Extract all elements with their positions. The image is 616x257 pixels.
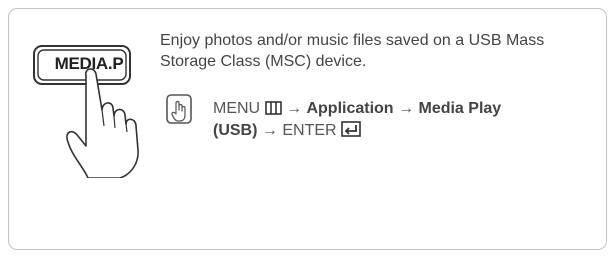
nav-media-play: Media Play	[418, 100, 502, 117]
menu-grid-icon	[264, 101, 282, 115]
feature-description: Enjoy photos and/or music files saved on…	[160, 32, 545, 70]
remote-button-icon	[166, 94, 192, 124]
nav-application: Application	[306, 100, 394, 117]
nav-arrow: →	[286, 100, 303, 117]
nav-usb: (USB)	[213, 122, 258, 139]
enter-label: ENTER	[282, 122, 337, 139]
nav-arrow: →	[398, 100, 415, 117]
media-p-button-label: MEDIA.P	[54, 54, 124, 73]
nav-arrow: →	[261, 122, 278, 139]
enter-icon	[341, 121, 361, 137]
navigation-path: MENU → Application → Media Play (USB) → …	[213, 98, 608, 142]
menu-label: MENU	[213, 100, 261, 117]
